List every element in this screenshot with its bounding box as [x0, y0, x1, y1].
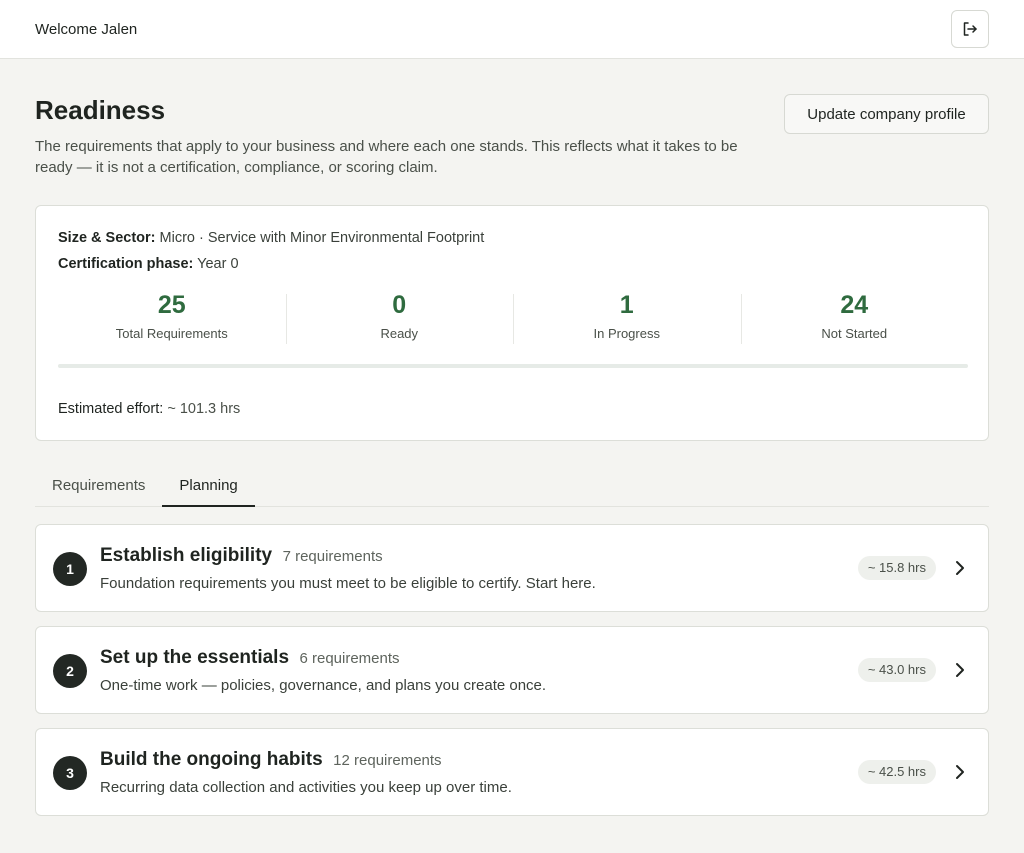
phase-title: Set up the essentials: [100, 647, 290, 668]
stat-total-value: 25: [157, 291, 186, 319]
readiness-summary-card: Size & Sector: Micro · Service with Mino…: [35, 205, 989, 441]
phase-card-build-ongoing-habits[interactable]: 3 Build the ongoing habits 12 requiremen…: [35, 728, 989, 816]
phase-title: Establish eligibility: [100, 545, 273, 566]
stat-in-progress-label: In Progress: [593, 326, 660, 341]
readiness-progress-bar: [58, 364, 968, 368]
phase-heading: Set up the essentials 6 requirements: [100, 647, 400, 669]
stat-total-label: Total Requirements: [115, 326, 228, 341]
phase-number-badge: 3: [53, 756, 87, 790]
phase-requirement-count: 7 requirements: [282, 548, 383, 565]
logout-button[interactable]: [951, 10, 989, 48]
stat-ready-label: Ready: [380, 326, 419, 341]
size-sector-value: Micro · Service with Minor Environmental…: [159, 230, 485, 246]
phase-description: Recurring data collection and activities…: [100, 779, 512, 796]
page-intro: The requirements that apply to your busi…: [35, 138, 738, 176]
phase-hours-badge: ~ 42.5 hrs: [857, 760, 936, 784]
page-title: Readiness: [35, 95, 166, 125]
certification-phase-label: Certification phase:: [58, 256, 194, 272]
phase-heading: Build the ongoing habits 12 requirements: [100, 749, 442, 771]
size-sector-label: Size & Sector:: [58, 230, 156, 246]
phase-title: Build the ongoing habits: [100, 749, 323, 770]
stat-ready-value: 0: [392, 291, 407, 319]
top-bar: Welcome Jalen: [0, 0, 1024, 59]
estimated-effort-value: ~ 101.3 hrs: [167, 401, 241, 417]
stat-in-progress: 1 In Progress: [513, 290, 741, 346]
estimated-effort: Estimated effort: ~ 101.3 hrs: [58, 401, 240, 417]
phase-heading: Establish eligibility 7 requirements: [100, 545, 383, 567]
logout-icon: [963, 22, 977, 36]
requirement-stats: 25 Total Requirements 0 Ready 1 In Progr…: [58, 290, 968, 346]
chevron-right-icon[interactable]: [952, 558, 968, 578]
phase-description: One-time work — policies, governance, an…: [100, 677, 547, 694]
size-sector-line: Size & Sector: Micro · Service with Mino…: [58, 230, 484, 246]
estimated-effort-label: Estimated effort:: [58, 401, 164, 417]
phase-requirement-count: 12 requirements: [333, 752, 442, 769]
phase-description: Foundation requirements you must meet to…: [100, 575, 596, 592]
chevron-right-icon[interactable]: [952, 660, 968, 680]
certification-phase-value: Year 0: [197, 256, 239, 272]
stat-not-started-label: Not Started: [821, 326, 888, 341]
tab-planning[interactable]: Planning: [162, 469, 255, 507]
phase-card-set-up-essentials[interactable]: 2 Set up the essentials 6 requirements O…: [35, 626, 989, 714]
phase-requirement-count: 6 requirements: [299, 650, 400, 667]
welcome-text: Welcome Jalen: [35, 20, 138, 38]
stat-in-progress-value: 1: [619, 291, 634, 319]
view-tabs: Requirements Planning: [35, 469, 989, 507]
phase-hours-badge: ~ 43.0 hrs: [857, 658, 936, 682]
tab-requirements[interactable]: Requirements: [35, 469, 162, 507]
phase-hours-badge: ~ 15.8 hrs: [857, 556, 936, 580]
phase-number-badge: 2: [53, 654, 87, 688]
phase-number-badge: 1: [53, 552, 87, 586]
stat-total: 25 Total Requirements: [58, 290, 286, 346]
chevron-right-icon[interactable]: [952, 762, 968, 782]
update-company-profile-button[interactable]: Update company profile: [784, 94, 989, 134]
stat-not-started-value: 24: [840, 291, 869, 319]
certification-phase-line: Certification phase: Year 0: [58, 256, 239, 272]
phase-card-establish-eligibility[interactable]: 1 Establish eligibility 7 requirements F…: [35, 524, 989, 612]
stat-ready: 0 Ready: [285, 290, 514, 346]
stat-not-started: 24 Not Started: [740, 290, 969, 346]
